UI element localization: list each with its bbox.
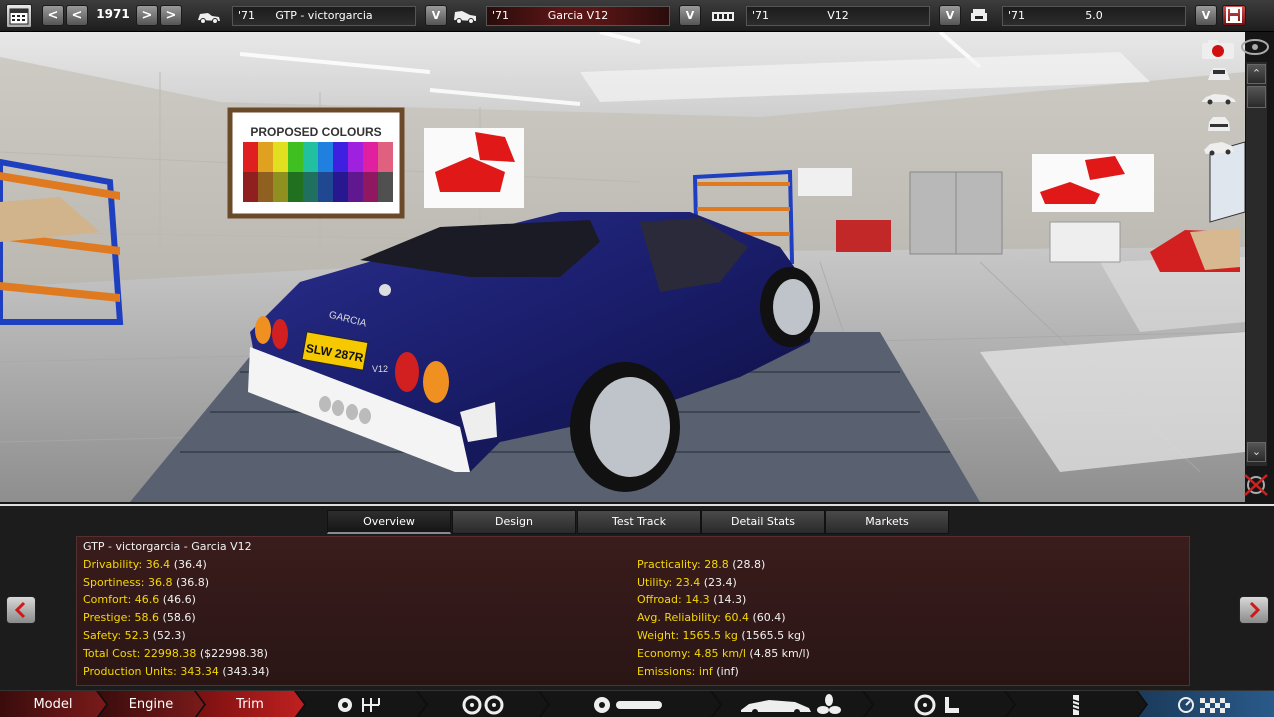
nav-model[interactable]: Model	[0, 691, 106, 717]
trim-dropdown-button[interactable]: V	[679, 5, 701, 26]
model-dropdown-button[interactable]: V	[425, 5, 447, 26]
next-car-button[interactable]	[1239, 596, 1269, 624]
stat-reliability: Avg. Reliability: 60.4 (60.4)	[637, 611, 786, 624]
car-front-icon[interactable]	[1206, 64, 1232, 84]
car-side-icon[interactable]	[1200, 90, 1238, 106]
trim-select[interactable]: '71 Garcia V12	[486, 6, 670, 26]
disabled-view-icon[interactable]	[1242, 472, 1270, 498]
car-rear-icon[interactable]	[1206, 114, 1232, 134]
view-scrollbar[interactable]: ⌃ ⌄	[1245, 62, 1267, 466]
nav-wheels[interactable]	[418, 691, 548, 717]
car-script: V12	[372, 364, 388, 374]
variant-name: 5.0	[1085, 9, 1103, 22]
aero-icon	[737, 694, 847, 716]
nav-trim[interactable]: Trim	[196, 691, 304, 717]
colour-swatches	[243, 142, 393, 202]
nav-finish[interactable]	[1138, 691, 1274, 717]
finish-icon	[1178, 697, 1230, 713]
stats-header: GTP - victorgarcia - Garcia V12	[83, 540, 252, 553]
stat-weight: Weight: 1565.5 kg (1565.5 kg)	[637, 629, 806, 642]
interior-icon	[909, 694, 969, 716]
year-first-button[interactable]: <	[42, 5, 64, 26]
engine-dropdown-button[interactable]: V	[939, 5, 961, 26]
nav-brakes[interactable]	[540, 691, 720, 717]
variant-select[interactable]: '71 5.0	[1002, 6, 1186, 26]
year-prev-button[interactable]: <	[66, 5, 88, 26]
tab-design[interactable]: Design	[452, 510, 576, 534]
tab-detail-stats[interactable]: Detail Stats	[701, 510, 825, 534]
tab-test-track[interactable]: Test Track	[577, 510, 701, 534]
scroll-thumb[interactable]	[1247, 86, 1266, 108]
year-display: 1971	[96, 7, 130, 21]
nav-interior[interactable]	[864, 691, 1014, 717]
model-car-icon	[198, 13, 220, 24]
garage-3d-view[interactable]: PROPOSED COLOURS SLW 287R GARCIA V12	[0, 32, 1245, 502]
trim-car-icon	[454, 11, 476, 24]
suspension-icon	[1061, 694, 1091, 716]
trim-name: Garcia V12	[547, 9, 609, 22]
stat-drivability: Drivability: 36.4 (36.4)	[83, 558, 207, 571]
bottom-nav: Model Engine Trim	[0, 690, 1274, 717]
stat-sportiness: Sportiness: 36.8 (36.8)	[83, 576, 210, 589]
model-select[interactable]: '71 GTP - victorgarcia	[232, 6, 416, 26]
tab-markets[interactable]: Markets	[825, 510, 949, 534]
stat-emissions: Emissions: inf (inf)	[637, 665, 739, 678]
brakes-icon	[590, 695, 670, 715]
variant-dropdown-button[interactable]: V	[1195, 5, 1217, 26]
tab-overview[interactable]: Overview	[327, 510, 451, 534]
stat-offroad: Offroad: 14.3 (14.3)	[637, 593, 747, 606]
stat-prestige: Prestige: 58.6 (58.6)	[83, 611, 196, 624]
year-next-button[interactable]: >	[136, 5, 158, 26]
poster-title: PROPOSED COLOURS	[250, 125, 381, 139]
year-last-button[interactable]: >	[160, 5, 182, 26]
engine-block-icon	[712, 12, 734, 21]
overview-stats: GTP - victorgarcia - Garcia V12 Drivabil…	[76, 536, 1190, 686]
stat-economy: Economy: 4.85 km/l (4.85 km/l)	[637, 647, 810, 660]
eye-icon[interactable]	[1240, 38, 1270, 56]
gearbox-icon	[331, 695, 391, 715]
stat-practicality: Practicality: 28.8 (28.8)	[637, 558, 766, 571]
save-icon[interactable]	[1222, 5, 1246, 26]
prev-car-button[interactable]	[6, 596, 36, 624]
info-panel: Overview Design Test Track Detail Stats …	[0, 504, 1274, 690]
nav-aero[interactable]	[712, 691, 872, 717]
chevron-up-icon[interactable]: ⌃	[1247, 64, 1266, 84]
chevron-down-icon[interactable]: ⌄	[1247, 442, 1266, 462]
nav-gearbox[interactable]	[296, 691, 426, 717]
garage-scene: PROPOSED COLOURS SLW 287R GARCIA V12	[0, 32, 1245, 502]
engine-name: V12	[827, 9, 849, 22]
nav-suspension[interactable]	[1006, 691, 1146, 717]
stat-total-cost: Total Cost: 22998.38 ($22998.38)	[83, 647, 268, 660]
car-angled-icon[interactable]	[1202, 138, 1236, 158]
nav-engine[interactable]: Engine	[98, 691, 204, 717]
model-name: GTP - victorgarcia	[275, 9, 373, 22]
stat-production-units: Production Units: 343.34 (343.34)	[83, 665, 270, 678]
top-toolbar: < < 1971 > > '71 GTP - victorgarcia V '71…	[0, 0, 1274, 32]
stat-safety: Safety: 52.3 (52.3)	[83, 629, 186, 642]
stat-utility: Utility: 23.4 (23.4)	[637, 576, 737, 589]
engine-variant-icon	[971, 9, 987, 21]
camera-icon[interactable]	[1200, 38, 1236, 60]
wheels-icon	[458, 695, 508, 715]
calendar-icon[interactable]	[6, 4, 32, 28]
engine-select[interactable]: '71 V12	[746, 6, 930, 26]
stat-comfort: Comfort: 46.6 (46.6)	[83, 593, 196, 606]
